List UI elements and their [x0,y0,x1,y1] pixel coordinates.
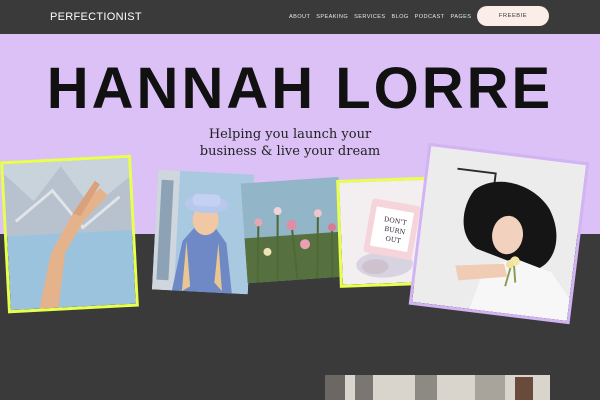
freebie-button[interactable]: FREEBIE [477,6,549,26]
nav-item-pages[interactable]: PAGES [450,14,471,20]
nav-item-blog[interactable]: BLOG [391,14,408,20]
main-nav: ABOUT SPEAKING SERVICES BLOG PODCAST PAG… [289,14,471,20]
bottom-photo-preview[interactable] [325,375,550,400]
hand-reaching-photo[interactable] [0,154,139,314]
woman-bucket-hat-photo[interactable] [151,169,255,295]
nav-item-podcast[interactable]: PODCAST [415,14,445,20]
nav-item-about[interactable]: ABOUT [289,14,310,20]
hero-title: HANNAH LORRE [46,56,554,121]
wildflowers-photo[interactable] [240,176,346,284]
top-navigation-bar: PERFECTIONIST ABOUT SPEAKING SERVICES BL… [0,0,600,34]
site-logo[interactable]: PERFECTIONIST [50,11,142,23]
tagline-line-1: Helping you launch your [208,127,372,142]
nav-item-services[interactable]: SERVICES [354,14,385,20]
nav-item-speaking[interactable]: SPEAKING [316,14,348,20]
woman-lying-flowers-photo[interactable] [408,142,590,325]
